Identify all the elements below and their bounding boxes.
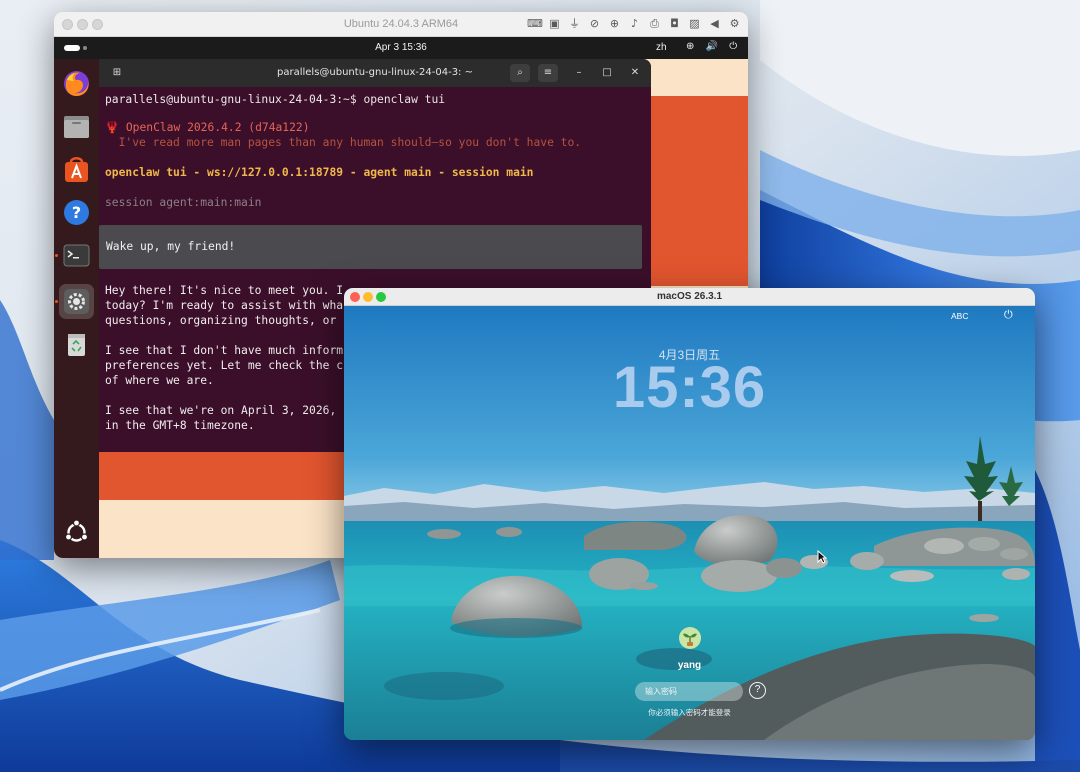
power-icon[interactable]: ⏻ — [1004, 308, 1013, 322]
openclaw-tagline: I've read more man pages than any human … — [105, 136, 582, 149]
ubuntu-logo-icon — [64, 519, 89, 542]
prompt-command: :~$ openclaw tui — [336, 93, 446, 106]
dock-item-terminal[interactable] — [55, 238, 94, 273]
macos-vm-titlebar[interactable]: macOS 26.3.1 — [344, 288, 1035, 306]
assistant-reply-line: Hey there! It's nice to meet you. I — [105, 284, 344, 297]
input-source-indicator[interactable]: ABC — [951, 311, 968, 321]
user-message-box: Wake up, my friend! — [99, 225, 642, 269]
password-input[interactable] — [635, 682, 743, 701]
gear-icon[interactable]: ⚙ — [727, 16, 742, 31]
volume-icon[interactable]: ◀ — [707, 16, 722, 31]
connection-status-line: openclaw tui - ws://127.0.0.1:18789 - ag… — [105, 166, 534, 179]
macos-vm-title: macOS 26.3.1 — [656, 291, 723, 302]
cpu-icon[interactable]: ▣ — [547, 16, 562, 31]
mouse-cursor-icon — [817, 549, 828, 569]
dock-item-app-center[interactable] — [59, 152, 94, 187]
close-icon[interactable]: ✕ — [625, 64, 645, 82]
globe-icon[interactable]: ⊕ — [607, 16, 622, 31]
running-indicator — [55, 300, 58, 303]
disc-icon[interactable]: ⊘ — [587, 16, 602, 31]
user-avatar[interactable] — [679, 627, 701, 649]
dock-item-firefox[interactable] — [59, 66, 94, 101]
dock-item-help[interactable]: ? — [59, 195, 94, 230]
terminal-icon — [63, 244, 90, 267]
ubuntu-vm-titlebar[interactable]: Ubuntu 24.04.3 ARM64 ⌨ ▣ ⏚ ⊘ ⊕ ♪ ⎙ ◘ ▨ ◀… — [54, 12, 748, 37]
system-status-icons[interactable]: ⊕ 🔊 ⏻ — [686, 41, 741, 52]
usb-icon[interactable]: ⏚ — [567, 16, 582, 31]
shell-prompt-line: parallels@ubuntu-gnu-linux-24-04-3:~$ op… — [105, 93, 445, 106]
macos-vm-window[interactable]: macOS 26.3.1 ABC ⏻ 4月3日周五 15:36 yang ? 你… — [344, 288, 1035, 740]
search-icon[interactable]: ⌕ — [510, 64, 530, 82]
assistant-reply-line: I see that I don't have much inform — [105, 344, 344, 357]
menu-icon[interactable]: ≡ — [538, 64, 558, 82]
dock-item-settings[interactable] — [55, 284, 94, 319]
assistant-reply-line: preferences yet. Let me check the c — [105, 359, 344, 372]
settings-icon — [64, 289, 89, 314]
dock-item-files[interactable] — [59, 109, 94, 144]
picture-icon[interactable]: ▨ — [687, 16, 702, 31]
trash-icon — [68, 334, 85, 356]
session-label: session agent:main:main — [105, 196, 262, 209]
dock-item-trash[interactable] — [59, 327, 94, 362]
assistant-reply-line: I see that we're on April 3, 2026, — [105, 404, 344, 417]
svg-text:?: ? — [72, 203, 81, 222]
maximize-icon[interactable]: □ — [597, 64, 617, 82]
vm-toolbar: ⌨ ▣ ⏚ ⊘ ⊕ ♪ ⎙ ◘ ▨ ◀ ⚙ — [527, 16, 742, 33]
prompt-user: parallels@ubuntu-gnu-linux-24-04-3 — [105, 93, 337, 106]
password-hint-button[interactable]: ? — [749, 682, 766, 699]
gnome-top-bar: Apr 3 15:36 zh ⊕ 🔊 ⏻ — [54, 37, 748, 59]
keyboard-icon[interactable]: ⌨ — [527, 16, 543, 31]
input-language[interactable]: zh — [656, 42, 667, 53]
topbar-clock[interactable]: Apr 3 15:36 — [54, 42, 748, 53]
terminal-header-bar[interactable]: ⊞ parallels@ubuntu-gnu-linux-24-04-3: ~ … — [99, 59, 651, 87]
files-icon — [64, 116, 89, 138]
ubuntu-dock: ? — [54, 59, 99, 558]
minimize-icon[interactable]: – — [569, 64, 589, 82]
assistant-reply-line: today? I'm ready to assist with wha — [105, 299, 344, 312]
camera-icon[interactable]: ◘ — [667, 16, 682, 31]
openclaw-version-header: 🦞 OpenClaw 2026.4.2 (d74a122) — [105, 121, 310, 134]
microphone-icon[interactable]: ♪ — [627, 16, 642, 31]
running-indicator — [55, 254, 58, 257]
assistant-reply-line: of where we are. — [105, 374, 214, 387]
login-username[interactable]: yang — [344, 660, 1035, 671]
user-message-text: Wake up, my friend! — [106, 240, 236, 253]
assistant-reply-line: questions, organizing thoughts, or — [105, 314, 344, 327]
printer-icon[interactable]: ⎙ — [647, 16, 662, 31]
desktop-background-orange — [650, 96, 748, 286]
assistant-reply-line: in the GMT+8 timezone. — [105, 419, 255, 432]
app-center-icon — [65, 157, 88, 182]
help-icon: ? — [64, 200, 89, 225]
firefox-icon — [64, 71, 89, 96]
dock-show-apps[interactable] — [59, 515, 94, 550]
avatar-plant-icon — [683, 633, 697, 646]
login-hint-text: 你必须输入密码才能登录 — [648, 708, 731, 717]
lock-screen-time: 15:36 — [612, 355, 767, 420]
